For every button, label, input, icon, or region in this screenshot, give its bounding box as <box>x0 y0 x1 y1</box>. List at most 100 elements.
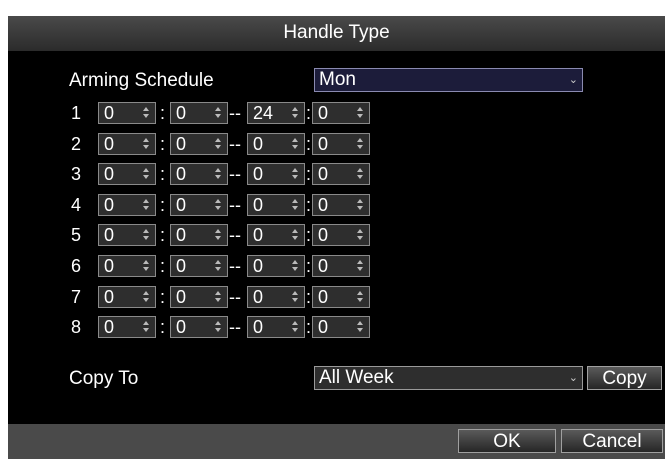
time-colon: : <box>306 195 312 215</box>
up-down-arrows-icon <box>214 197 221 213</box>
time-spinner-end-m[interactable]: 0 <box>312 102 370 124</box>
time-colon: : <box>306 134 312 154</box>
up-down-arrows-icon <box>291 319 298 335</box>
time-value: 0 <box>176 287 187 307</box>
row-number: 4 <box>71 195 82 215</box>
up-down-arrows-icon <box>356 166 363 182</box>
time-spinner-end-h[interactable]: 0 <box>247 286 305 308</box>
time-spinner-end-h[interactable]: 0 <box>247 255 305 277</box>
time-spinner-start-m[interactable]: 0 <box>170 102 228 124</box>
time-spinner-start-m[interactable]: 0 <box>170 316 228 338</box>
up-down-arrows-icon <box>142 289 149 305</box>
day-select[interactable]: Mon ⌄ <box>314 68 583 92</box>
time-colon: : <box>306 287 312 307</box>
time-value: 0 <box>176 164 187 184</box>
time-value: 0 <box>318 103 329 123</box>
up-down-arrows-icon <box>142 258 149 274</box>
time-spinner-start-m[interactable]: 0 <box>170 194 228 216</box>
time-value: 0 <box>104 134 115 154</box>
row-number: 1 <box>71 103 82 123</box>
time-spinner-end-h[interactable]: 0 <box>247 194 305 216</box>
up-down-arrows-icon <box>142 105 149 121</box>
time-value: 0 <box>104 256 115 276</box>
time-value: 0 <box>318 287 329 307</box>
up-down-arrows-icon <box>142 227 149 243</box>
time-colon: : <box>306 256 312 276</box>
up-down-arrows-icon <box>142 197 149 213</box>
time-spinner-start-h[interactable]: 0 <box>98 286 156 308</box>
range-dash: -- <box>229 317 241 337</box>
time-spinner-start-h[interactable]: 0 <box>98 255 156 277</box>
chevron-down-icon: ⌄ <box>568 74 578 86</box>
time-colon: : <box>160 287 166 307</box>
row-number: 3 <box>71 164 82 184</box>
time-value: 0 <box>253 134 264 154</box>
time-value: 0 <box>253 225 264 245</box>
time-value: 0 <box>176 256 187 276</box>
time-value: 0 <box>318 256 329 276</box>
row-number: 8 <box>71 317 82 337</box>
up-down-arrows-icon <box>356 136 363 152</box>
time-value: 0 <box>318 164 329 184</box>
time-spinner-end-m[interactable]: 0 <box>312 194 370 216</box>
up-down-arrows-icon <box>142 319 149 335</box>
range-dash: -- <box>229 256 241 276</box>
time-spinner-end-h[interactable]: 0 <box>247 316 305 338</box>
time-colon: : <box>306 225 312 245</box>
time-spinner-start-m[interactable]: 0 <box>170 286 228 308</box>
time-value: 0 <box>253 164 264 184</box>
time-spinner-start-h[interactable]: 0 <box>98 224 156 246</box>
time-spinner-start-m[interactable]: 0 <box>170 224 228 246</box>
time-colon: : <box>160 225 166 245</box>
time-spinner-start-h[interactable]: 0 <box>98 316 156 338</box>
time-spinner-end-m[interactable]: 0 <box>312 255 370 277</box>
dialog-footer: OK Cancel <box>8 424 665 459</box>
time-value: 0 <box>176 225 187 245</box>
time-spinner-end-m[interactable]: 0 <box>312 316 370 338</box>
arming-schedule-label: Arming Schedule <box>69 70 214 91</box>
time-spinner-end-h[interactable]: 0 <box>247 224 305 246</box>
time-spinner-end-m[interactable]: 0 <box>312 224 370 246</box>
copy-button[interactable]: Copy <box>587 366 662 390</box>
up-down-arrows-icon <box>214 227 221 243</box>
time-colon: : <box>160 256 166 276</box>
time-value: 0 <box>104 103 115 123</box>
time-value: 0 <box>318 317 329 337</box>
time-spinner-start-h[interactable]: 0 <box>98 102 156 124</box>
time-value: 0 <box>104 317 115 337</box>
cancel-button[interactable]: Cancel <box>561 429 663 453</box>
time-value: 0 <box>318 225 329 245</box>
range-dash: -- <box>229 195 241 215</box>
time-spinner-end-h[interactable]: 24 <box>247 102 305 124</box>
time-spinner-start-h[interactable]: 0 <box>98 163 156 185</box>
time-spinner-end-h[interactable]: 0 <box>247 163 305 185</box>
time-spinner-start-h[interactable]: 0 <box>98 133 156 155</box>
up-down-arrows-icon <box>291 136 298 152</box>
row-number: 2 <box>71 134 82 154</box>
time-value: 0 <box>104 225 115 245</box>
time-spinner-end-m[interactable]: 0 <box>312 163 370 185</box>
ok-button[interactable]: OK <box>458 429 556 453</box>
time-colon: : <box>160 195 166 215</box>
time-colon: : <box>160 134 166 154</box>
row-number: 5 <box>71 225 82 245</box>
up-down-arrows-icon <box>291 105 298 121</box>
time-colon: : <box>306 103 312 123</box>
up-down-arrows-icon <box>214 319 221 335</box>
time-spinner-start-h[interactable]: 0 <box>98 194 156 216</box>
time-value: 0 <box>104 164 115 184</box>
time-spinner-end-m[interactable]: 0 <box>312 133 370 155</box>
up-down-arrows-icon <box>214 105 221 121</box>
time-spinner-end-m[interactable]: 0 <box>312 286 370 308</box>
up-down-arrows-icon <box>214 289 221 305</box>
row-number: 7 <box>71 287 82 307</box>
time-spinner-start-m[interactable]: 0 <box>170 163 228 185</box>
copy-target-select[interactable]: All Week ⌄ <box>314 366 583 390</box>
time-value: 0 <box>253 195 264 215</box>
up-down-arrows-icon <box>214 258 221 274</box>
time-spinner-start-m[interactable]: 0 <box>170 133 228 155</box>
time-spinner-start-m[interactable]: 0 <box>170 255 228 277</box>
time-spinner-end-h[interactable]: 0 <box>247 133 305 155</box>
row-number: 6 <box>71 256 82 276</box>
up-down-arrows-icon <box>356 197 363 213</box>
